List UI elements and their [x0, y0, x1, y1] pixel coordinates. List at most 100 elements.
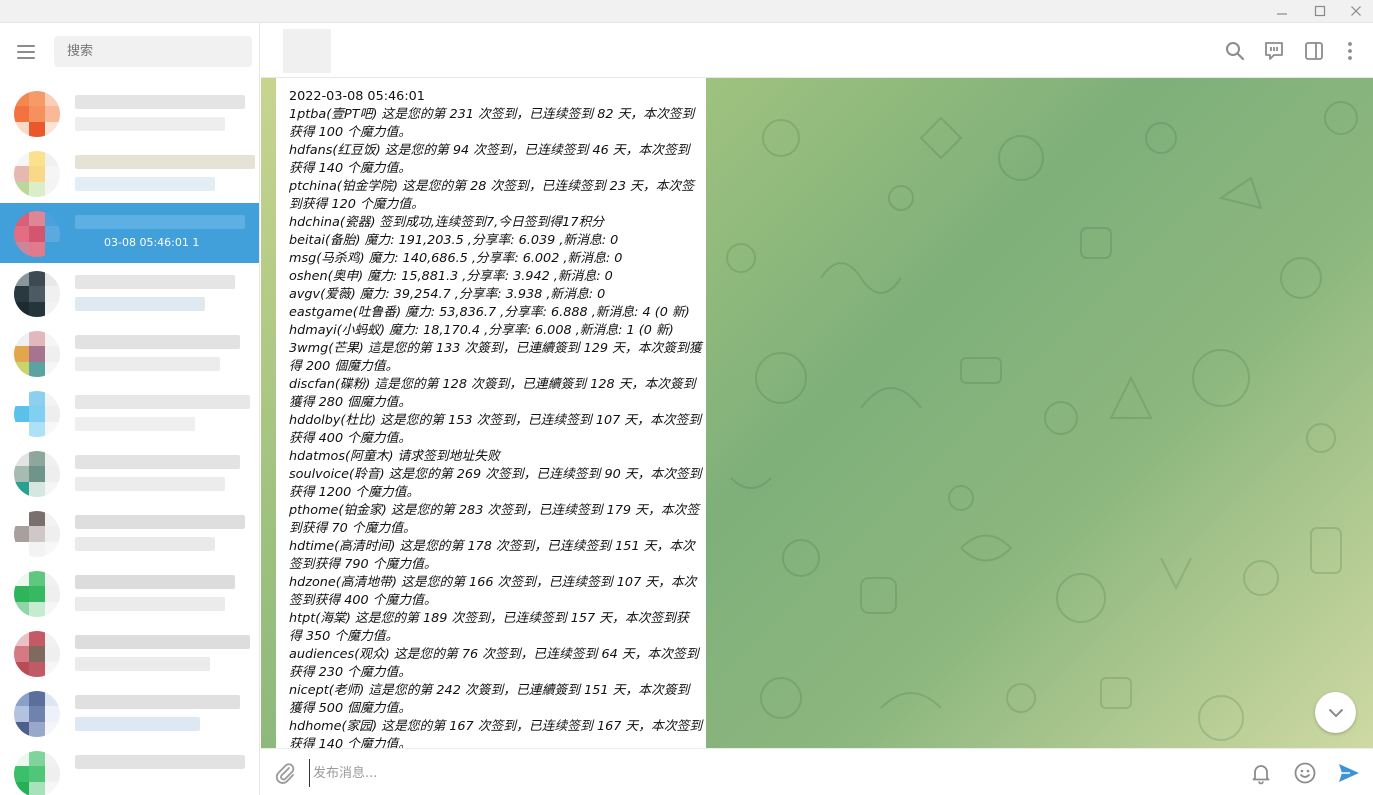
chat-preview-blur [75, 417, 195, 431]
chat-item[interactable] [0, 143, 259, 203]
chat-preview-blur [75, 717, 200, 731]
chat-item[interactable] [0, 563, 259, 623]
message-line: 1ptba(壹PT吧) 这是您的第 231 次签到，已连续签到 82 天，本次签… [289, 107, 695, 122]
chat-preview-blur [75, 657, 210, 671]
message-line: hdtime(高清时间) 这是您的第 178 次签到，已连续签到 151 天，本… [289, 539, 695, 554]
message-line: 到获得 120 个魔力值。 [289, 197, 424, 212]
chat-item[interactable] [0, 83, 259, 143]
message-input[interactable] [309, 759, 1229, 787]
emoji-icon [1294, 762, 1316, 784]
send-button[interactable] [1337, 761, 1361, 785]
message-date: 2022-03-08 05:46:01 [289, 89, 425, 104]
message-line: 签到获得 400 个魔力值。 [289, 593, 437, 608]
more-icon [1348, 42, 1352, 60]
chat-item[interactable] [0, 443, 259, 503]
chat-item[interactable] [0, 263, 259, 323]
message-line: 得 350 个魔力值。 [289, 629, 399, 644]
close-button[interactable] [1347, 3, 1365, 19]
chat-item[interactable] [0, 743, 259, 795]
chat-header [261, 23, 1373, 78]
message-line: 获得 100 个魔力值。 [289, 125, 412, 140]
avatar [14, 691, 60, 737]
message-line: 获得 400 个魔力值。 [289, 431, 412, 446]
chat-item[interactable] [0, 503, 259, 563]
chat-item[interactable] [0, 683, 259, 743]
search-input[interactable] [54, 36, 252, 67]
message-line: htpt(海棠) 这是您的第 189 次签到，已连续签到 157 天，本次签到获 [289, 611, 689, 626]
avatar [14, 571, 60, 617]
chat-list: 03-08 05:46:01 1 [0, 83, 259, 795]
chat-item[interactable] [0, 623, 259, 683]
message-line: 獲得 500 個魔力值。 [289, 701, 412, 716]
avatar [14, 391, 60, 437]
message-bubble[interactable]: 2022-03-08 05:46:01 1ptba(壹PT吧) 这是您的第 231… [276, 78, 706, 748]
chevron-down-icon [1328, 708, 1343, 717]
message-line: 3wmg(芒果) 這是您的第 133 次簽到，已連續簽到 129 天，本次簽到獲 [289, 341, 702, 356]
message-line: beitai(备胎) 魔力: 191,203.5 ,分享率: 6.039 ,新消… [289, 233, 619, 248]
message-line: 获得 230 个魔力值。 [289, 665, 412, 680]
menu-button[interactable] [15, 43, 39, 61]
chat-preview-blur [75, 117, 225, 131]
side-panel-button[interactable] [1303, 40, 1325, 62]
attach-button[interactable] [273, 761, 297, 785]
message-line: hdzone(高清地带) 这是您的第 166 次签到，已连续签到 107 天，本… [289, 575, 697, 590]
avatar [14, 151, 60, 197]
chat-name-blur [75, 455, 240, 469]
chat-item-active[interactable]: 03-08 05:46:01 1 [0, 203, 259, 263]
chat-preview-blur [75, 297, 205, 311]
notifications-button[interactable] [1249, 761, 1273, 785]
search-button[interactable] [1224, 40, 1246, 62]
chat-title-blur [283, 29, 331, 73]
chat-name-blur [75, 155, 255, 169]
bell-icon [1252, 765, 1270, 785]
avatar [14, 271, 60, 317]
avatar [14, 511, 60, 557]
message-line: 獲得 280 個魔力值。 [289, 395, 412, 410]
topics-button[interactable] [1263, 40, 1285, 62]
chat-name-blur [75, 755, 245, 769]
chat-name-blur [75, 575, 235, 589]
chat-item[interactable] [0, 323, 259, 383]
avatar [14, 211, 60, 257]
message-line: msg(马杀鸡) 魔力: 140,686.5 ,分享率: 6.002 ,新消息:… [289, 251, 623, 266]
chat-preview-blur [75, 537, 215, 551]
message-line: 获得 140 个魔力值。 [289, 737, 412, 748]
topic-icon [1265, 42, 1283, 60]
message-line: oshen(奥申) 魔力: 15,881.3 ,分享率: 3.942 ,新消息:… [289, 269, 613, 284]
scroll-down-button[interactable] [1315, 692, 1356, 733]
minimize-icon [1277, 13, 1287, 15]
avatar [14, 751, 60, 795]
chat-name-blur [75, 395, 250, 409]
chat-item[interactable] [0, 383, 259, 443]
chat-area: 2022-03-08 05:46:01 1ptba(壹PT吧) 这是您的第 231… [261, 78, 1373, 748]
chat-name-blur [75, 275, 235, 289]
chat-preview-blur [75, 177, 215, 191]
chat-name-blur [75, 335, 240, 349]
maximize-button[interactable] [1311, 3, 1329, 19]
minimize-button[interactable] [1273, 3, 1291, 19]
emoji-button[interactable] [1293, 761, 1317, 785]
chat-name-blur [75, 215, 245, 229]
message-line: hdchina(瓷器) 签到成功,连续签到7,今日签到得17积分 [289, 215, 605, 230]
avatar [14, 91, 60, 137]
chat-preview-blur [75, 357, 220, 371]
message-line: eastgame(吐鲁番) 魔力: 53,836.7 ,分享率: 6.888 ,… [289, 305, 690, 320]
chat-name-blur [75, 695, 240, 709]
chat-name-blur [75, 635, 250, 649]
message-line: avgv(爱薇) 魔力: 39,254.7 ,分享率: 3.938 ,新消息: … [289, 287, 606, 302]
window-titlebar [0, 0, 1373, 23]
avatar [14, 631, 60, 677]
message-line: 到获得 70 个魔力值。 [289, 521, 416, 536]
search-icon [1226, 42, 1245, 61]
message-line: audiences(观众) 这是您的第 76 次签到，已连续签到 64 天，本次… [289, 647, 699, 662]
message-line: hdfans(红豆饭) 这是您的第 94 次签到，已连续签到 46 天，本次签到 [289, 143, 690, 158]
paperclip-icon [275, 763, 295, 784]
avatar [14, 451, 60, 497]
chat-name-blur [75, 95, 245, 109]
side-panel-icon [1305, 42, 1323, 60]
maximize-icon [1314, 5, 1326, 17]
message-line: hdatmos(阿童木) 请求签到地址失败 [289, 449, 500, 464]
message-line: 签到获得 790 个魔力值。 [289, 557, 437, 572]
more-button[interactable] [1339, 40, 1361, 62]
avatar [14, 331, 60, 377]
